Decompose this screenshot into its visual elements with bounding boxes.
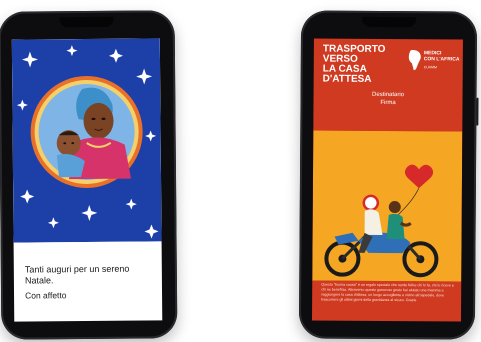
phone-notch [59,16,114,28]
organization-logo: MEDICI CON L'AFRICA CUAMM [408,47,462,75]
title-line: LA CASA D'ATTESA [322,63,372,85]
card-body-text: Questo "buona causa" è un regalo special… [321,282,454,303]
christmas-card-screen: Tanti auguri per un sereno Natale. Con a… [11,38,163,322]
signature-label: Firma [380,99,396,107]
motorbike-illustration [312,130,463,282]
logo-subtext: CUAMM [423,65,438,70]
charity-card-screen: TRASPORTO VERSO LA CASA D'ATTESA MEDICI … [311,38,463,322]
logo-text: MEDICI CON L'AFRICA [423,50,460,62]
africa-logo-icon [408,49,421,71]
greeting-text: Tanti auguri per un sereno Natale. [24,263,130,286]
phone-mockup-right: TRASPORTO VERSO LA CASA D'ATTESA MEDICI … [298,10,479,340]
card-title: TRASPORTO VERSO LA CASA D'ATTESA [322,44,403,86]
phone-power-button [476,97,479,126]
phone-mockup-left: Tanti auguri per un sereno Natale. Con a… [0,10,178,340]
mother-child-illustration [11,38,162,243]
phone-notch [362,16,417,28]
closing-text: Con affetto [25,290,67,301]
logo-line: CON L'AFRICA [423,55,460,62]
